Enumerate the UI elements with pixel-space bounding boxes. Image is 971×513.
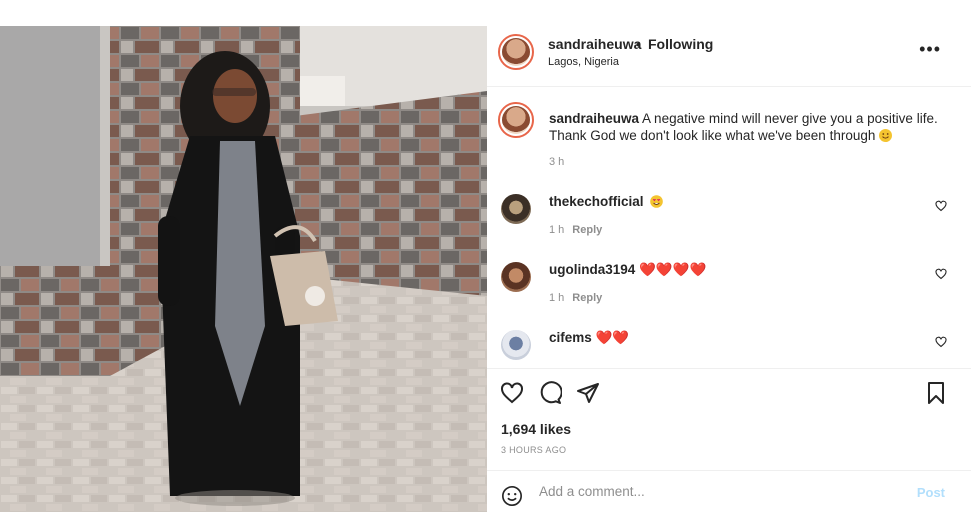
reply-button[interactable]: Reply <box>572 292 602 304</box>
add-comment-row: Post <box>487 470 971 513</box>
comment-item: thekechofficial 1 h Reply <box>487 194 971 254</box>
more-options-icon[interactable]: ••• <box>919 40 941 58</box>
comment-bubble-icon[interactable] <box>538 381 563 410</box>
comment-username[interactable]: ugolinda3194 ❤️❤️❤️❤️ <box>549 262 706 278</box>
heart-outline-icon[interactable] <box>935 200 947 215</box>
separator-dot: • <box>636 36 641 52</box>
author-username[interactable]: sandraiheuwa <box>548 36 641 52</box>
heart-outline-icon[interactable] <box>500 381 524 410</box>
post-photo <box>0 26 487 512</box>
heart-eyes-emoji <box>650 195 664 208</box>
post-comment-button[interactable]: Post <box>917 485 945 500</box>
smiley-icon[interactable] <box>501 485 523 512</box>
reply-button[interactable]: Reply <box>572 224 602 236</box>
post-location[interactable]: Lagos, Nigeria <box>548 56 619 68</box>
comment-item: cifems ❤️❤️ <box>487 330 971 366</box>
heart-outline-icon[interactable] <box>935 336 947 351</box>
portrait-photo <box>0 26 487 512</box>
comment-item: ugolinda3194 ❤️❤️❤️❤️ 1 h Reply <box>487 262 971 322</box>
comment-input[interactable] <box>537 483 901 500</box>
comment-username[interactable]: thekechofficial <box>549 194 664 209</box>
heart-outline-icon[interactable] <box>935 268 947 283</box>
commenter-avatar[interactable] <box>501 262 531 292</box>
author-avatar[interactable] <box>498 34 534 70</box>
posted-time: 3 HOURS AGO <box>501 445 567 455</box>
comment-username[interactable]: cifems ❤️❤️ <box>549 330 629 346</box>
comment-meta: 1 h Reply <box>549 224 603 236</box>
bookmark-icon[interactable] <box>924 381 948 410</box>
grinning-face-emoji <box>879 129 893 142</box>
follow-status[interactable]: Following <box>648 36 713 52</box>
likes-count[interactable]: 1,694 likes <box>501 421 571 437</box>
post-header: sandraiheuwa • Following Lagos, Nigeria … <box>487 26 971 87</box>
caption-text-block: sandraiheuwa A negative mind will never … <box>549 110 949 144</box>
caption-username[interactable]: sandraiheuwa <box>549 111 639 126</box>
post-side-panel: sandraiheuwa • Following Lagos, Nigeria … <box>487 26 971 512</box>
hearts-emoji: ❤️❤️ <box>595 330 630 345</box>
commenter-avatar[interactable] <box>501 194 531 224</box>
hearts-emoji: ❤️❤️❤️❤️ <box>639 262 707 277</box>
caption-avatar[interactable] <box>498 102 534 138</box>
paper-plane-icon[interactable] <box>576 381 600 410</box>
commenter-avatar[interactable] <box>501 330 531 360</box>
caption-age: 3 h <box>549 156 565 168</box>
comment-meta: 1 h Reply <box>549 292 603 304</box>
